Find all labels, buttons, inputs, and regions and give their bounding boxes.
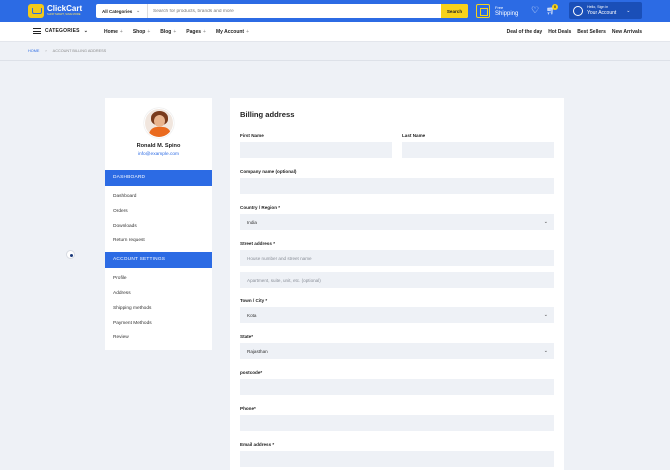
nav-shop[interactable]: Shop + (133, 29, 150, 35)
logo-name: ClickCart (47, 4, 83, 13)
link-deal-of-the-day[interactable]: Deal of the day (507, 29, 543, 35)
radio-button[interactable] (66, 250, 75, 259)
search-bar: All Categories ⌄ Search (96, 4, 468, 18)
sidebar-item-downloads[interactable]: Downloads (113, 224, 137, 229)
first-name-field[interactable] (240, 142, 392, 158)
plus-icon: + (246, 29, 250, 35)
sidebar-item-payment-methods[interactable]: Payment Methods (113, 321, 152, 326)
plus-icon: + (119, 29, 123, 35)
search-category-select[interactable]: All Categories ⌄ (96, 4, 148, 18)
nav-pages[interactable]: Pages + (186, 29, 206, 35)
account-sidebar: Ronald M. Spino info@example.com DASHBOA… (105, 98, 212, 350)
phone-field[interactable] (240, 415, 554, 431)
plus-icon: + (173, 29, 177, 35)
chevron-down-icon: ⌄ (543, 312, 548, 318)
user-name: Ronald M. Spino (136, 143, 181, 149)
shipping-box-icon (476, 4, 490, 18)
last-name-label: Last Name (402, 133, 426, 138)
state-label: State* (240, 334, 254, 339)
divider (0, 60, 670, 61)
avatar (144, 108, 174, 138)
user-email[interactable]: info@example.com (105, 152, 212, 157)
nav-pages-label: Pages (186, 29, 202, 35)
link-best-sellers[interactable]: Best Sellers (577, 29, 606, 35)
town-label: Town / City * (240, 298, 268, 303)
hamburger-menu-icon (33, 28, 41, 34)
link-hot-deals[interactable]: Hot Deals (548, 29, 571, 35)
chevron-down-icon: ⌄ (136, 8, 141, 13)
sidebar-item-dashboard[interactable]: Dashboard (113, 194, 136, 199)
wishlist-heart-icon[interactable]: ♡ (531, 6, 539, 15)
plus-icon: + (147, 29, 151, 35)
phone-label: Phone* (240, 406, 256, 411)
dashboard-section-header[interactable]: DASHBOARD (105, 170, 212, 186)
country-select[interactable]: India ⌄ (240, 214, 554, 230)
sidebar-item-return-request[interactable]: Return request (113, 238, 145, 243)
country-label: Country / Region * (240, 205, 281, 210)
categories-menu-button[interactable]: CATEGORIES ⌄ (33, 28, 88, 34)
account-button[interactable]: Hello, Sign in Your Account ⌄ (569, 2, 642, 19)
link-new-arrivals[interactable]: New Arrivals (612, 29, 642, 35)
postcode-field[interactable] (240, 379, 554, 395)
chevron-down-icon: ⌄ (543, 348, 548, 354)
user-icon (573, 5, 583, 16)
chevron-down-icon: ⌄ (83, 28, 89, 34)
sidebar-item-profile[interactable]: Profile (113, 276, 127, 281)
free-shipping[interactable]: Free Shipping (476, 4, 518, 18)
email-field[interactable] (240, 451, 554, 467)
chevron-down-icon: ⌄ (543, 219, 548, 225)
search-category-label: All Categories (102, 8, 133, 14)
plus-icon: + (203, 29, 206, 35)
nav-blog[interactable]: Blog + (160, 29, 176, 35)
state-value: Rajasthan (247, 348, 268, 354)
first-name-label: First Name (240, 133, 264, 138)
state-select[interactable]: Rajasthan ⌄ (240, 343, 554, 359)
breadcrumb-home[interactable]: HOME (28, 49, 39, 53)
company-label: Company name (optional) (240, 169, 297, 174)
menu-links: Home + Shop + Blog + Pages + My Account + (104, 29, 249, 35)
sidebar-item-review[interactable]: Review (113, 335, 129, 340)
search-button[interactable]: Search (441, 4, 468, 18)
email-label: Email address * (240, 442, 275, 447)
country-value: India (247, 219, 257, 225)
main-navigation: CATEGORIES ⌄ Home + Shop + Blog + Pages + My… (0, 22, 670, 42)
company-field[interactable] (240, 178, 554, 194)
last-name-field[interactable] (402, 142, 554, 158)
chevron-down-icon: ⌄ (626, 7, 631, 14)
breadcrumb-separator: › (45, 49, 47, 53)
nav-my-account[interactable]: My Account + (216, 29, 249, 35)
street-field[interactable] (240, 250, 554, 266)
nav-blog-label: Blog (160, 29, 172, 35)
sidebar-item-address[interactable]: Address (113, 291, 131, 296)
street2-field[interactable] (240, 272, 554, 288)
search-input[interactable] (148, 4, 441, 18)
categories-label: CATEGORIES (45, 28, 80, 34)
nav-my-account-label: My Account (215, 29, 245, 35)
town-value: Kota (247, 312, 257, 318)
cart-count-badge: 0 (552, 4, 558, 10)
account-label: Your Account (587, 10, 617, 16)
town-select[interactable]: Kota ⌄ (240, 307, 554, 323)
promo-links: Deal of the day Hot Deals Best Sellers N… (507, 29, 642, 35)
nav-home[interactable]: Home + (104, 29, 123, 35)
breadcrumb-current: ACCOUNT BILLING ADDRESS (52, 49, 107, 53)
sidebar-item-orders[interactable]: Orders (113, 209, 128, 214)
postcode-label: postcode* (240, 370, 263, 375)
logo-tagline: SHOP SMART, SAVE MORE (47, 13, 81, 16)
breadcrumb: HOME › ACCOUNT BILLING ADDRESS (28, 49, 106, 53)
shipping-line2: Shipping (495, 10, 519, 17)
billing-address-form: Billing address First Name Last Name Com… (230, 98, 564, 470)
account-settings-section-header[interactable]: ACCOUNT SETTINGS (105, 252, 212, 268)
street-label: Street address * (240, 241, 275, 246)
top-header: ClickCart SHOP SMART, SAVE MORE All Cate… (0, 0, 670, 22)
nav-shop-label: Shop (132, 29, 146, 35)
sidebar-item-shipping-methods[interactable]: Shipping methods (113, 306, 151, 311)
logo[interactable]: ClickCart SHOP SMART, SAVE MORE (28, 3, 82, 19)
nav-home-label: Home (104, 29, 118, 35)
page-title: Billing address (240, 110, 295, 119)
cart-logo-icon (28, 4, 44, 18)
